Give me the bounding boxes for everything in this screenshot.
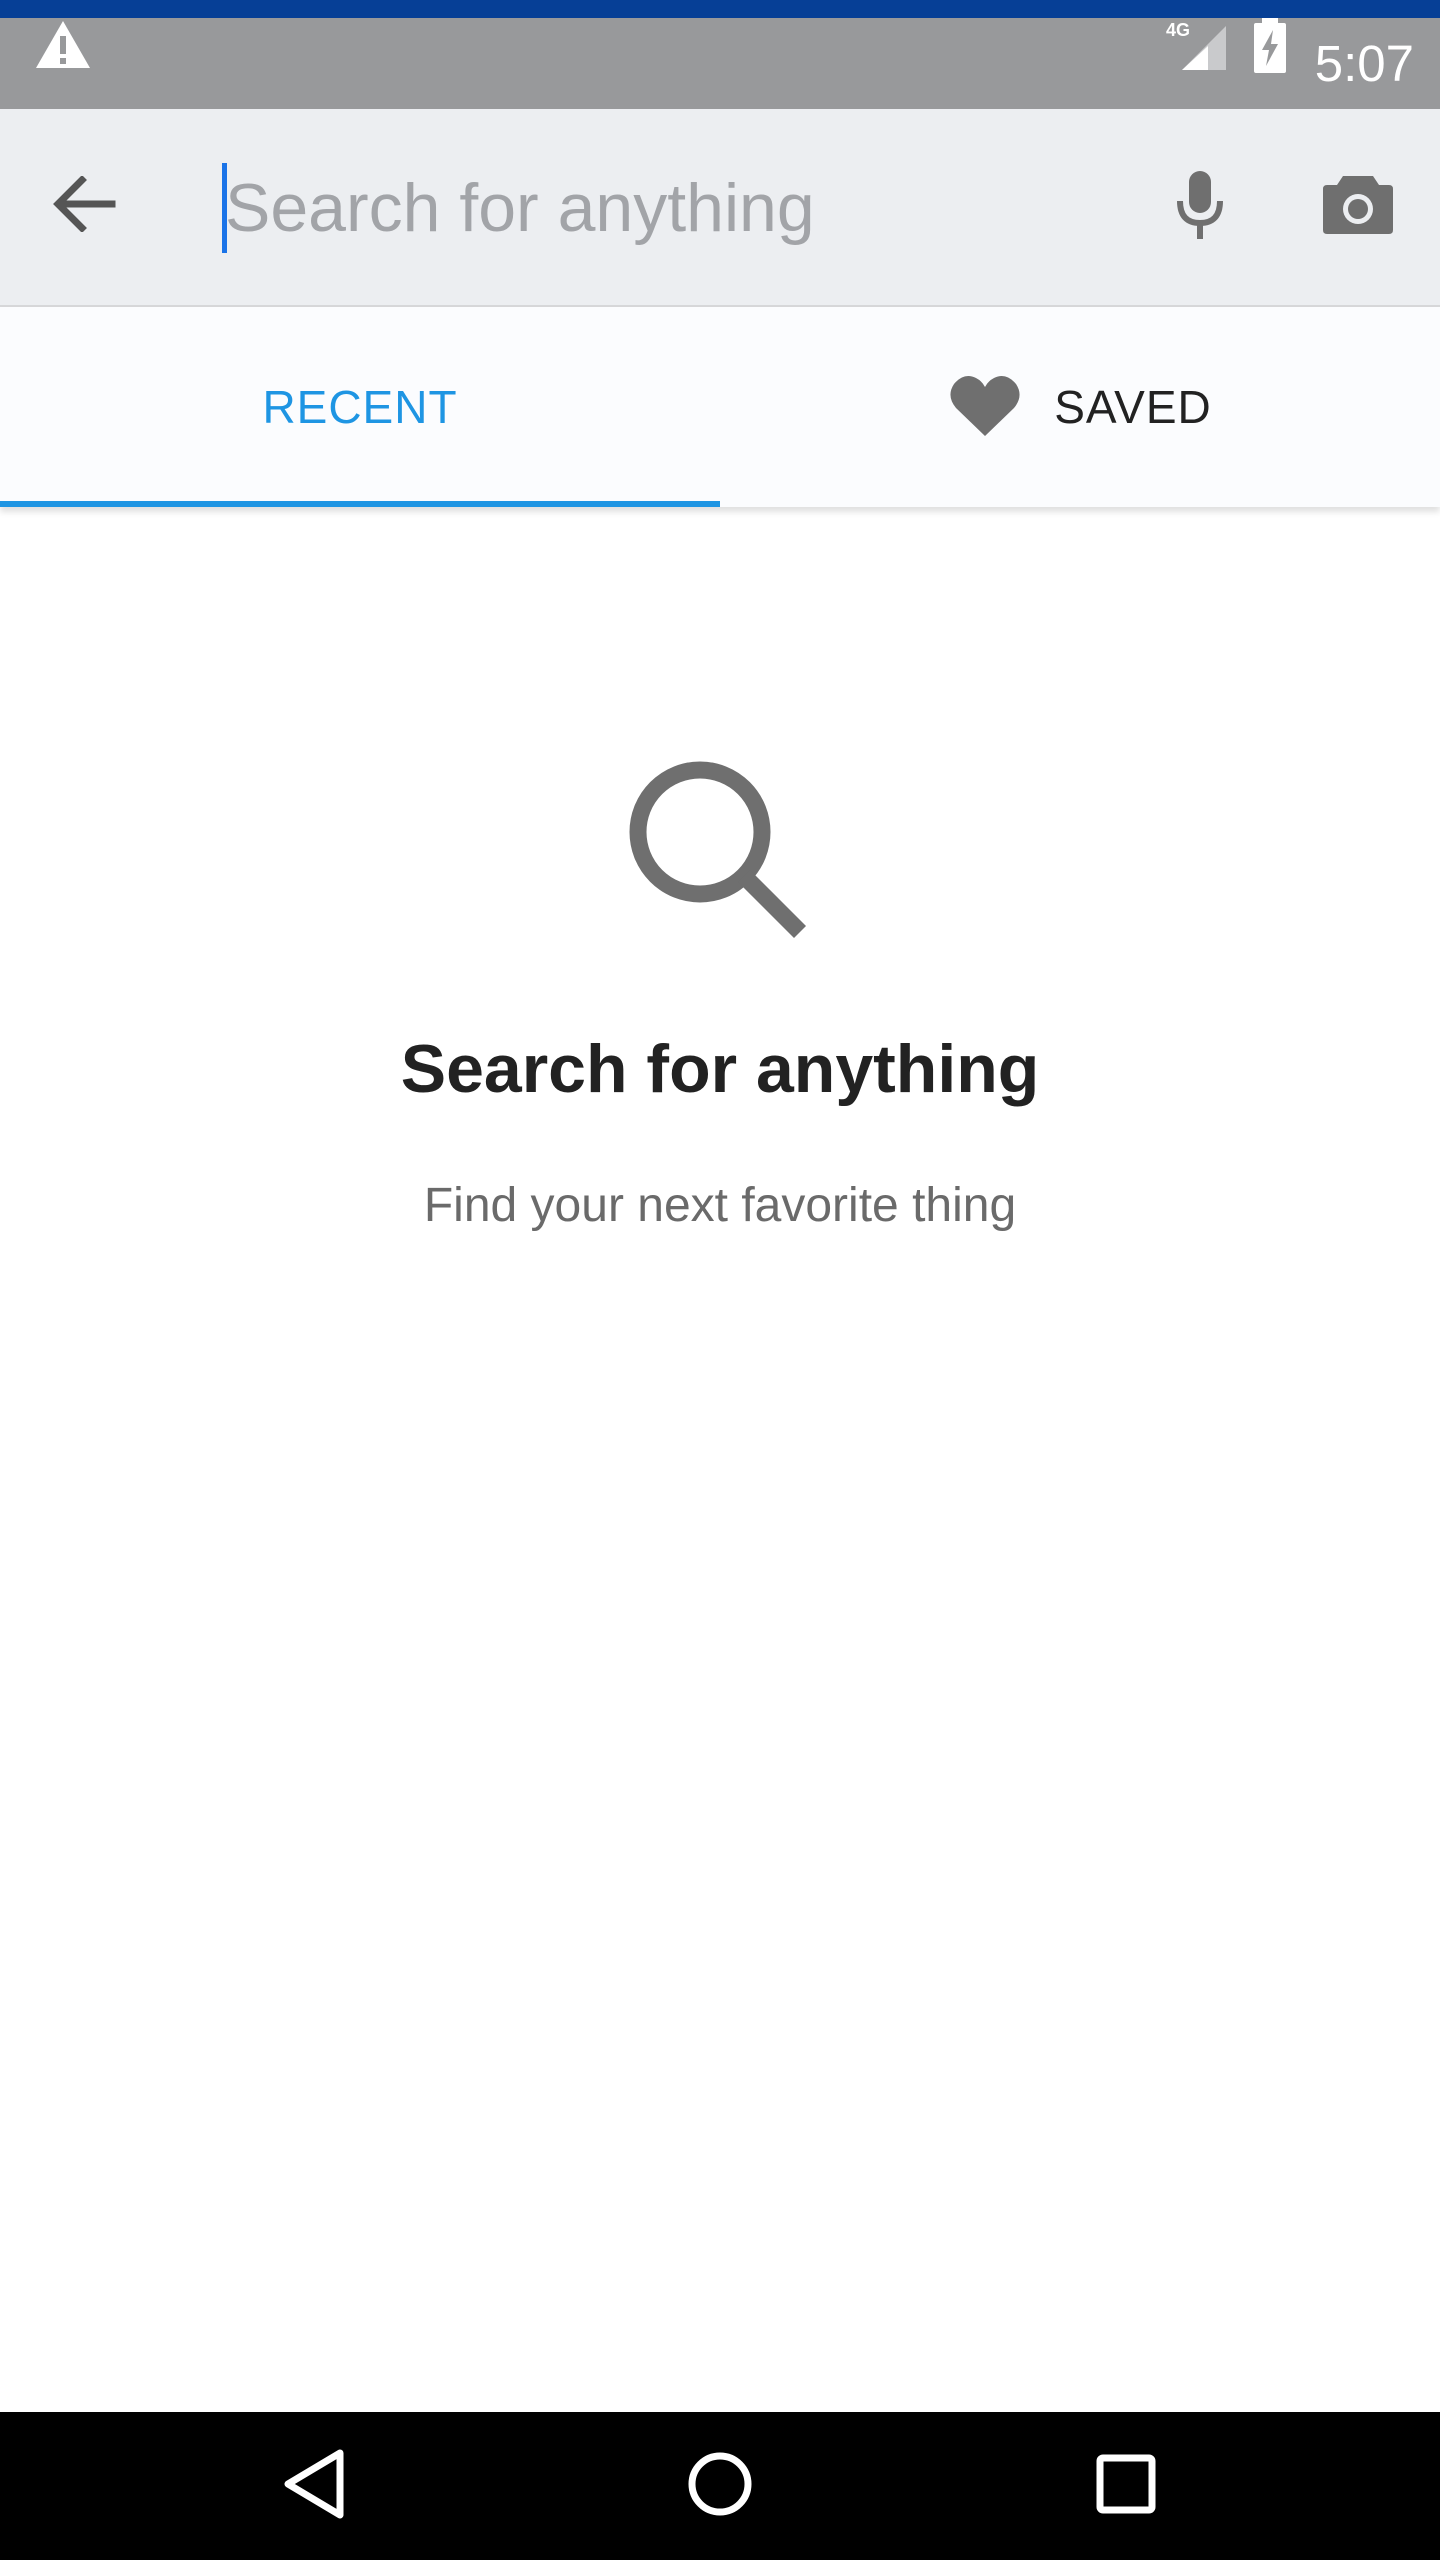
tab-bar: RECENT SAVED [0,307,1440,507]
back-button[interactable] [32,154,136,258]
status-bar: 4G 5:07 [0,0,1440,109]
system-nav-bar [0,2412,1440,2560]
status-bar-accent [0,0,1440,18]
search-bar [0,109,1440,307]
battery-charging-icon [1252,18,1288,79]
microphone-icon [1174,169,1226,246]
nav-back-button[interactable] [250,2422,378,2550]
search-input[interactable] [225,149,1105,267]
network-type-label: 4G [1166,20,1190,40]
camera-icon [1321,174,1395,241]
tab-saved-label: SAVED [1054,381,1212,433]
empty-state-title: Search for anything [400,1031,1040,1107]
empty-state-subtitle: Find your next favorite thing [423,1179,1017,1232]
back-arrow-icon [52,174,116,237]
nav-home-button[interactable] [656,2422,784,2550]
tab-saved[interactable]: SAVED [720,307,1440,507]
recents-square-icon [1096,2454,1156,2519]
image-search-button[interactable] [1306,155,1410,259]
nav-recents-button[interactable] [1062,2422,1190,2550]
signal-icon: 4G [1164,20,1228,77]
active-tab-indicator [0,501,720,507]
heart-icon [948,372,1022,443]
home-circle-icon [687,2451,753,2522]
status-time: 5:07 [1314,35,1414,92]
warning-icon [34,18,92,77]
tab-recent[interactable]: RECENT [0,307,720,507]
back-triangle-icon [282,2449,346,2524]
voice-search-button[interactable] [1148,155,1252,259]
tab-recent-label: RECENT [262,381,458,433]
search-icon [620,752,820,952]
